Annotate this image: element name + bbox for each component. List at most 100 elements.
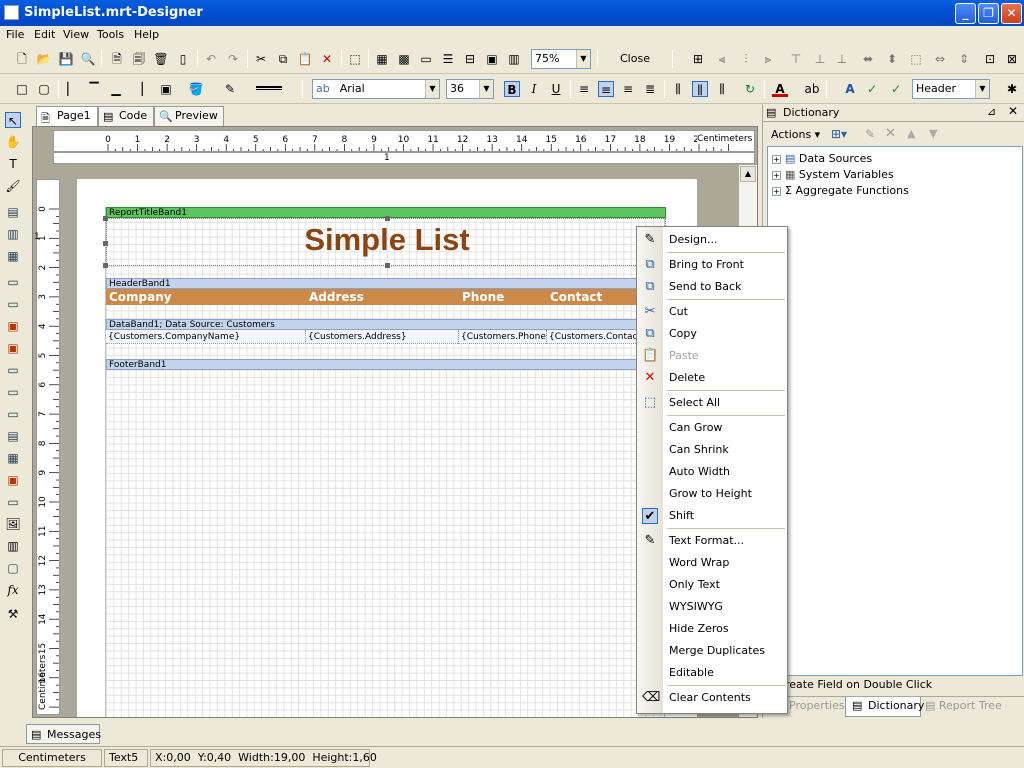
resize-handle[interactable] [103,216,108,221]
barcode-icon[interactable]: ▥ [5,538,21,554]
delete-item-icon[interactable]: ✕ [885,126,896,141]
headers-icon[interactable]: ▭ [418,51,434,67]
menu-item-clear-contents[interactable]: ⌫ Clear Contents [637,687,787,709]
close-panel-icon[interactable]: ✕ [1008,104,1018,118]
save-icon[interactable]: 💾 [58,51,74,67]
bold-icon[interactable]: B [504,81,520,97]
grid-icon[interactable]: ▦ [374,51,390,67]
subreport-icon[interactable]: ▤ [5,428,21,444]
fill-color-icon[interactable]: 🪣 [188,81,204,97]
border-right-icon[interactable]: ▕ [130,81,146,97]
shadow-icon[interactable]: ▣ [158,81,174,97]
menu-item-hide-zeros[interactable]: Hide Zeros [637,618,787,640]
delete-page-icon[interactable]: 🗑 [153,51,169,67]
highlight-icon[interactable]: ab [804,81,820,97]
tools-icon[interactable]: ⚒ [5,606,21,622]
text-center-icon[interactable]: ≡ [598,81,614,97]
zoom-select[interactable]: 75% ▼ [531,49,591,69]
move-down-icon[interactable]: ▼ [929,127,937,140]
cross-band-icon[interactable]: ▥ [5,226,21,242]
pointer-icon[interactable]: ↖ [5,112,21,128]
move-up-icon[interactable]: ▲ [907,127,915,140]
page-view-icon[interactable]: ▣ [484,51,500,67]
resize-handle[interactable] [385,263,390,268]
resize-handle[interactable] [385,216,390,221]
text-justify-icon[interactable]: ≣ [642,81,658,97]
resize-handle[interactable] [103,241,108,246]
create-field-option[interactable]: reate Field on Double Click [785,678,932,691]
border-all-icon[interactable]: ▢ [36,81,52,97]
align-middle-icon[interactable]: ⊥ [812,51,828,67]
menu-item-copy[interactable]: ⧉ Copy [637,323,787,345]
select-icon[interactable]: ⬚ [347,51,363,67]
tree-item-aggregate-functions[interactable]: + Σ Aggregate Functions [772,183,909,199]
menu-item-can-grow[interactable]: Can Grow [637,417,787,439]
border-color-icon[interactable]: ✎ [222,81,238,97]
text-component-icon[interactable]: ▭ [5,274,21,290]
function-icon[interactable]: fx [5,582,21,598]
redo-icon[interactable]: ↷ [225,51,241,67]
new-icon[interactable]: 🗋 [14,51,30,67]
valign-top-icon[interactable]: ⫼ [670,81,686,97]
menu-edit[interactable]: Edit [34,28,55,41]
paste-icon[interactable]: 📋 [297,51,313,67]
panel-icon[interactable]: ▦ [5,248,21,264]
header-band[interactable]: HeaderBand1 [106,278,666,289]
checkbox-icon[interactable]: ▭ [5,494,21,510]
line-icon[interactable]: ▭ [5,384,21,400]
header-address[interactable]: Address [306,289,459,305]
copy-icon[interactable]: ⧉ [275,51,291,67]
rectangle-icon[interactable]: ▭ [5,406,21,422]
tab-properties[interactable]: Properties [789,699,845,712]
table-icon[interactable]: ▦ [5,450,21,466]
menu-item-design[interactable]: ✎ Design... [637,229,787,251]
container-icon[interactable]: ▢ [5,560,21,576]
open-icon[interactable]: 📂 [36,51,52,67]
condition-icon[interactable]: ✓ [864,81,880,97]
field-company[interactable]: {Customers.CompanyName} [106,330,306,344]
menu-item-wysiwyg[interactable]: WYSIWYG [637,596,787,618]
delete-icon[interactable]: ✕ [319,51,335,67]
style-select[interactable]: Header ▼ [912,79,990,99]
menu-item-send-to-back[interactable]: ⧉ Send to Back [637,276,787,298]
style-extra-icon[interactable]: ✱ [1004,81,1020,97]
footer-band[interactable]: FooterBand1 [106,359,666,370]
tab-preview[interactable]: 🔍 Preview [154,106,224,126]
valign-center-icon[interactable]: ⫼ [692,81,708,97]
barcode-component-icon[interactable]: ▣ [5,340,21,356]
text-tool-icon[interactable]: T [5,156,21,172]
menu-view[interactable]: View [63,28,89,41]
minimize-button[interactable]: _ [955,3,976,24]
align-top-icon[interactable]: ⊤ [788,51,804,67]
rotate-icon[interactable]: ↻ [742,81,758,97]
rulers-icon[interactable]: ⊟ [462,51,478,67]
menu-item-auto-width[interactable]: Auto Width [637,461,787,483]
edit-item-icon[interactable]: ✎ [865,127,875,141]
same-height-icon[interactable]: ⬍ [884,51,900,67]
format-painter-icon[interactable]: 🖌 [5,178,21,194]
align-grid-icon[interactable]: ▩ [396,51,412,67]
tab-dictionary[interactable]: ▤ Dictionary [845,697,924,717]
font-size-select[interactable]: 36 ▼ [446,79,494,99]
menu-help[interactable]: Help [134,28,159,41]
image-component-icon[interactable]: ▣ [5,318,21,334]
page-setup-icon[interactable]: 🗐 [131,51,147,67]
pin-icon[interactable]: ⊿ [987,105,996,118]
menu-item-paste[interactable]: 📋 Paste [637,345,787,367]
rich-text-icon[interactable]: ▭ [5,296,21,312]
menu-item-can-shrink[interactable]: Can Shrink [637,439,787,461]
new-item-icon[interactable]: ⊞▾ [831,127,847,141]
same-size-icon[interactable]: ⬚ [908,51,924,67]
italic-icon[interactable]: I [526,81,542,97]
align-center-icon[interactable]: ⫶ [738,51,754,67]
valign-bottom-icon[interactable]: ⫼ [714,81,730,97]
menu-item-bring-to-front[interactable]: ⧉ Bring to Front [637,254,787,276]
field-phone[interactable]: {Customers.Phone} [459,330,547,344]
undo-icon[interactable]: ↶ [203,51,219,67]
font-name-select[interactable]: ab Arial ▼ [312,79,440,99]
columns-icon[interactable]: ▥ [506,51,522,67]
text-right-icon[interactable]: ≡ [620,81,636,97]
data-band[interactable]: DataBand1; Data Source: Customers [106,319,666,330]
close-window-button[interactable]: ✕ [1001,3,1022,24]
header-phone[interactable]: Phone [459,289,547,305]
